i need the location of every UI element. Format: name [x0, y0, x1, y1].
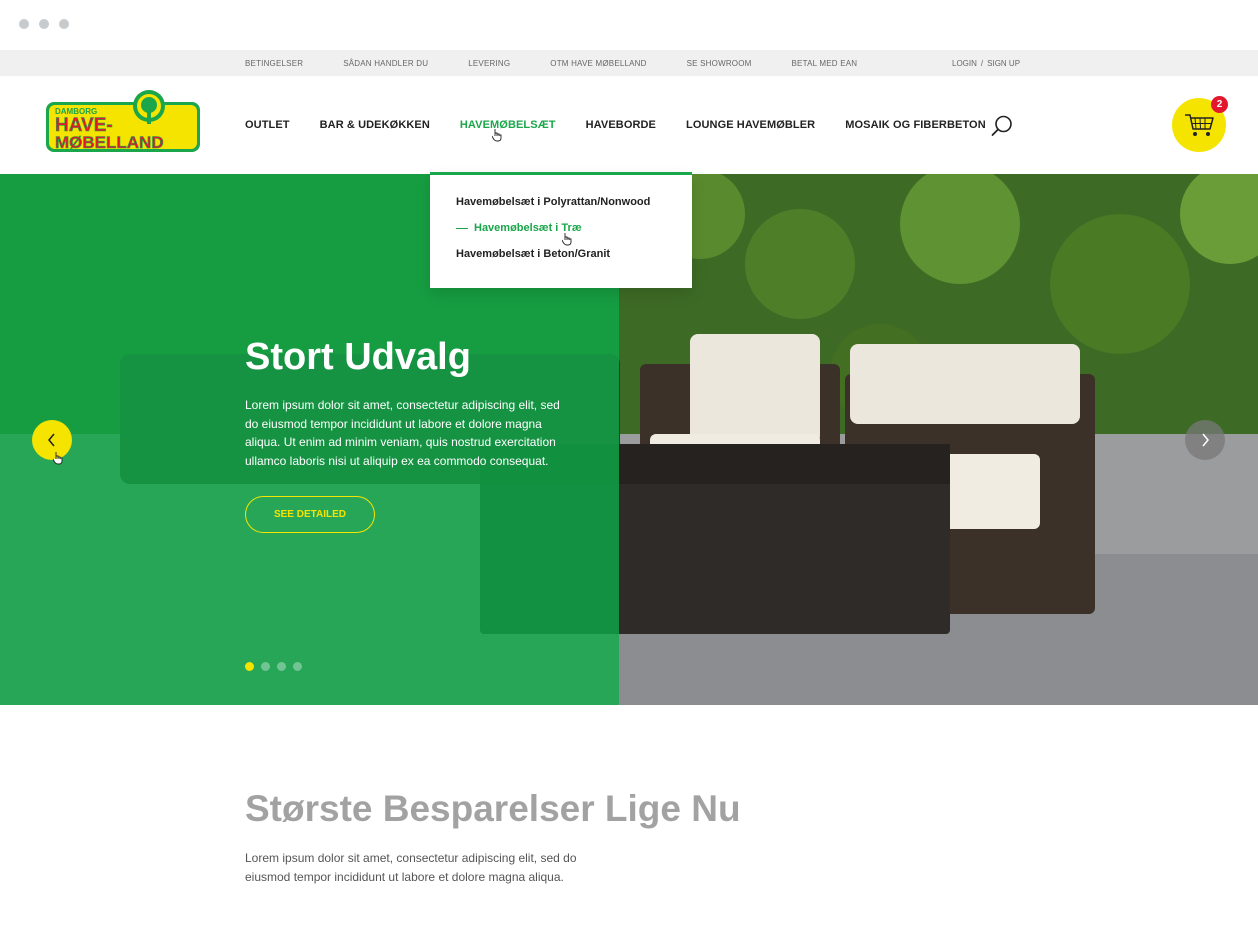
hand-cursor-icon — [492, 129, 502, 142]
hand-cursor-icon — [53, 452, 63, 465]
nav-bar-udekokken[interactable]: BAR & UDEKØKKEN — [320, 119, 430, 131]
nav-lounge-havemobler[interactable]: LOUNGE HAVEMØBLER — [686, 119, 815, 131]
login-link[interactable]: LOGIN — [952, 59, 977, 68]
slider-dot[interactable] — [261, 662, 270, 671]
signup-link[interactable]: SIGN UP — [987, 59, 1020, 68]
slider-dot[interactable] — [245, 662, 254, 671]
hand-cursor-icon — [562, 233, 572, 246]
logo-text-line2: MØBELLAND — [55, 133, 164, 152]
utility-link-levering[interactable]: LEVERING — [468, 59, 510, 68]
slider-pagination — [245, 662, 302, 671]
active-dash-icon — [456, 227, 468, 229]
main-header: DAMBORG HAVE- MØBELLAND OUTLET BAR & UDE… — [0, 76, 1258, 174]
nav-outlet[interactable]: OUTLET — [245, 119, 290, 131]
nav-dropdown-menu: Havemøbelsæt i Polyrattan/Nonwood Havemø… — [430, 172, 692, 288]
dropdown-item-label: Havemøbelsæt i Beton/Granit — [456, 248, 611, 260]
hero-title: Stort Udvalg — [245, 336, 471, 378]
cart-icon — [1185, 114, 1214, 136]
photo-leaf — [1050, 214, 1190, 354]
nav-havemobelsaet[interactable]: HAVEMØBELSÆT — [460, 119, 556, 131]
dropdown-item-label: Havemøbelsæt i Polyrattan/Nonwood — [456, 196, 651, 208]
chevron-left-icon — [48, 433, 55, 447]
utility-link-betal-med-ean[interactable]: BETAL MED EAN — [792, 59, 858, 68]
window-controls — [19, 19, 69, 29]
brand-logo[interactable]: DAMBORG HAVE- MØBELLAND — [45, 88, 201, 154]
window-dot[interactable] — [39, 19, 49, 29]
nav-mosaik-fiberbeton[interactable]: MOSAIK OG FIBERBETON — [845, 119, 986, 131]
photo-chair-left-cushion — [690, 334, 820, 444]
window-dot[interactable] — [19, 19, 29, 29]
auth-links: LOGIN / SIGN UP — [952, 50, 1020, 76]
dropdown-item-polyrattan[interactable]: Havemøbelsæt i Polyrattan/Nonwood — [456, 196, 650, 208]
window-dot[interactable] — [59, 19, 69, 29]
chevron-right-icon — [1202, 433, 1209, 447]
cart-button[interactable]: 2 — [1172, 96, 1228, 152]
see-detailed-button[interactable]: SEE DETAILED — [245, 496, 375, 533]
utility-link-otm[interactable]: OTM HAVE MØBELLAND — [550, 59, 646, 68]
hero-description: Lorem ipsum dolor sit amet, consectetur … — [245, 398, 560, 468]
utility-link-saadan-handler-du[interactable]: SÅDAN HANDLER DU — [343, 59, 428, 68]
slider-next-button[interactable] — [1185, 420, 1225, 460]
utility-links: BETINGELSER SÅDAN HANDLER DU LEVERING OT… — [245, 50, 897, 76]
utility-link-betingelser[interactable]: BETINGELSER — [245, 59, 303, 68]
slider-dot[interactable] — [293, 662, 302, 671]
slider-dot[interactable] — [277, 662, 286, 671]
auth-separator: / — [980, 58, 984, 68]
logo-tree-trunk — [147, 110, 151, 124]
top-utility-bar: BETINGELSER SÅDAN HANDLER DU LEVERING OT… — [0, 50, 1258, 76]
search-icon[interactable] — [990, 114, 1014, 138]
photo-leaf — [745, 209, 855, 319]
cart-count-badge: 2 — [1211, 96, 1228, 113]
utility-link-showroom[interactable]: SE SHOWROOM — [687, 59, 752, 68]
main-nav: OUTLET BAR & UDEKØKKEN HAVEMØBELSÆT HAVE… — [245, 76, 1016, 174]
savings-section-text: Lorem ipsum dolor sit amet, consectetur … — [245, 851, 577, 884]
savings-section-title: Største Besparelser Lige Nu — [245, 788, 741, 829]
slider-prev-button[interactable] — [32, 420, 72, 460]
photo-chair-right-cushion — [850, 344, 1080, 424]
dropdown-item-beton-granit[interactable]: Havemøbelsæt i Beton/Granit — [456, 248, 610, 260]
nav-haveborde[interactable]: HAVEBORDE — [586, 119, 656, 131]
